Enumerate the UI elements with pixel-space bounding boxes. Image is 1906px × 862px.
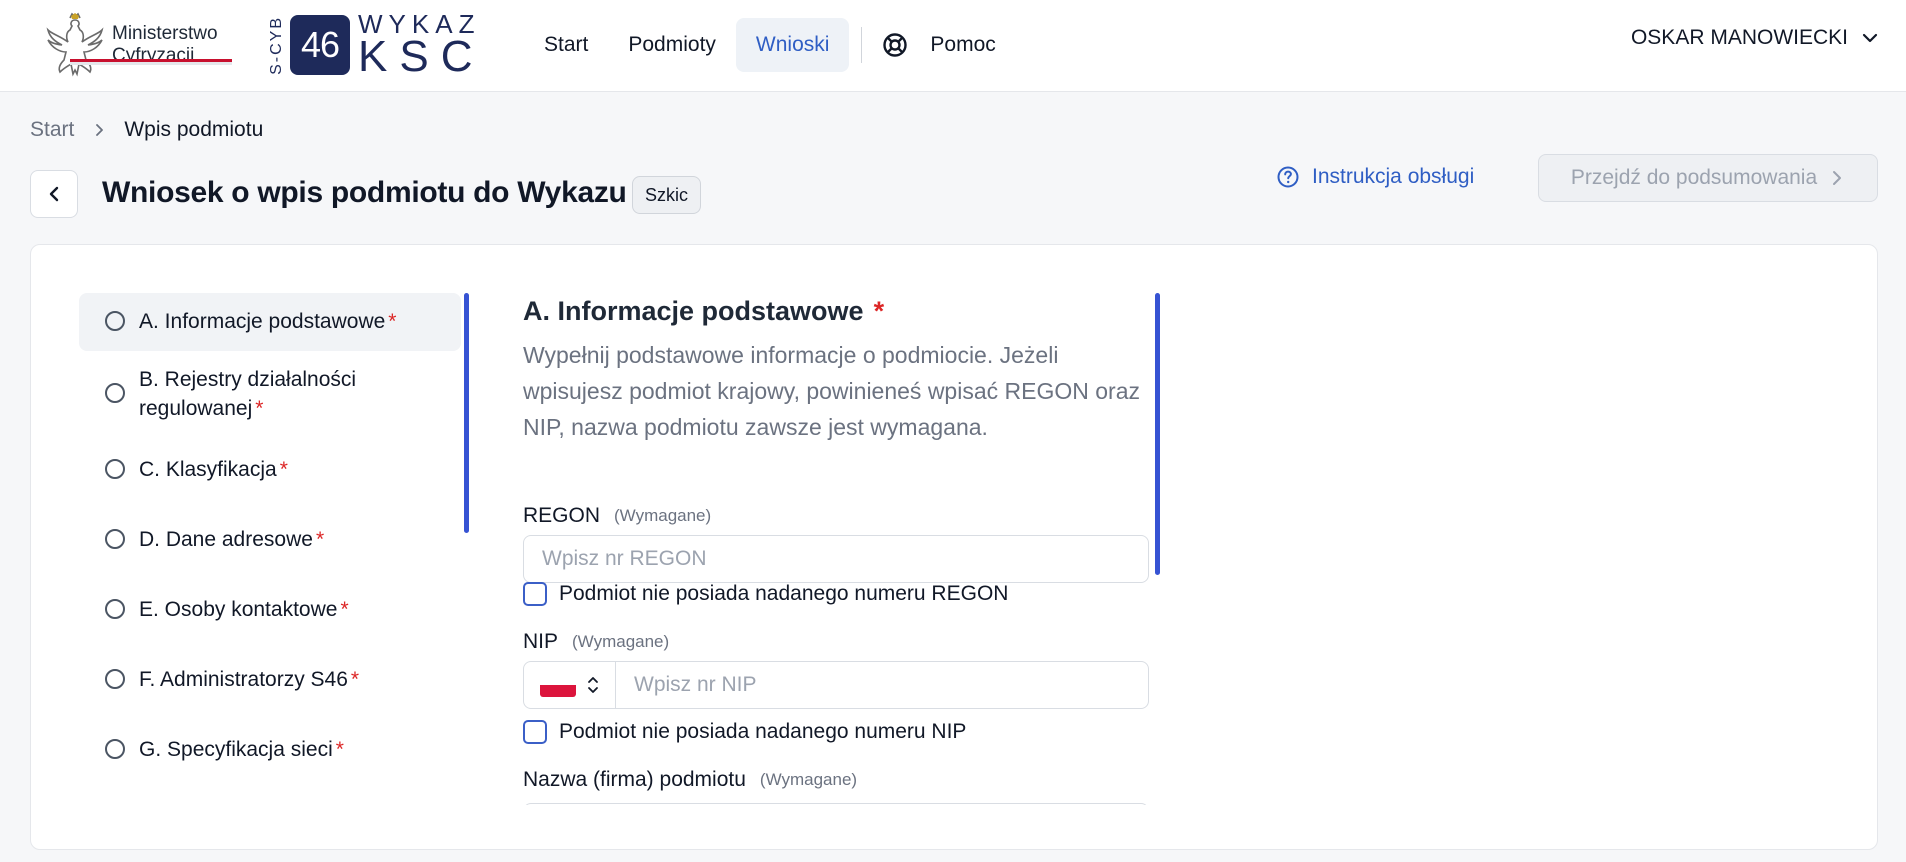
no-nip-label: Podmiot nie posiada nadanego numeru NIP — [559, 720, 967, 743]
ministry-logo-underline — [70, 59, 232, 65]
nip-field: NIP (Wymagane) Wpisz nr NIP — [523, 629, 1149, 709]
ministry-name-line1: Ministerstwo — [112, 23, 218, 44]
no-regon-checkbox[interactable]: Podmiot nie posiada nadanego numeru REGO… — [523, 579, 1008, 609]
section-header: A. Informacje podstawowe * Wypełnij pods… — [523, 293, 1149, 445]
step-status-circle — [105, 459, 125, 479]
regon-label-text: REGON — [523, 504, 601, 527]
step-d[interactable]: D. Dane adresowe * — [79, 505, 461, 575]
step-c[interactable]: C. Klasyfikacja * — [79, 435, 461, 505]
status-badge: Szkic — [632, 176, 702, 214]
step-a[interactable]: A. Informacje podstawowe * — [79, 293, 461, 351]
nav-divider — [861, 27, 863, 63]
step-f[interactable]: F. Administratorzy S46 * — [79, 645, 461, 715]
step-label: A. Informacje podstawowe — [139, 310, 386, 333]
step-label: F. Administratorzy S46 — [139, 668, 348, 691]
nav-pomoc[interactable]: Pomoc — [872, 18, 1005, 72]
checkbox-box[interactable] — [523, 720, 547, 744]
required-marker: * — [315, 528, 325, 551]
user-menu[interactable]: OSKAR MANOWIECKI — [1631, 26, 1880, 50]
chevron-down-icon — [1862, 33, 1878, 43]
form-scrollbar[interactable] — [1155, 293, 1160, 575]
top-navigation-bar: Ministerstwo Cyfryzacji S-CYB 46 WYKAZ K… — [0, 0, 1906, 92]
ksc-vertical-text: S-CYB — [268, 15, 285, 75]
required-marker: * — [255, 397, 264, 420]
chevron-right-icon — [96, 124, 104, 136]
step-status-circle — [105, 739, 125, 759]
required-marker: * — [873, 295, 885, 326]
lifebuoy-icon — [883, 33, 908, 57]
regon-required-hint: (Wymagane) — [614, 506, 712, 525]
nav-podmioty[interactable]: Podmioty — [608, 18, 736, 72]
nip-label: NIP (Wymagane) — [523, 629, 1149, 655]
poland-flag-icon — [539, 673, 576, 697]
user-name: OSKAR MANOWIECKI — [1630, 26, 1848, 49]
entity-name-required-hint: (Wymagane) — [759, 770, 858, 789]
required-marker: * — [340, 598, 349, 621]
nip-input-group: Wpisz nr NIP — [523, 661, 1149, 709]
page-title: Wniosek o wpis podmiotu do Wykazu — [102, 176, 627, 209]
nip-label-text: NIP — [523, 630, 559, 653]
section-title: A. Informacje podstawowe * — [523, 293, 1149, 329]
nav-wnioski[interactable]: Wnioski — [735, 18, 850, 72]
nip-input[interactable]: Wpisz nr NIP — [616, 662, 1148, 708]
instructions-link[interactable]: Instrukcja obsługi — [1276, 162, 1474, 192]
question-circle-icon — [1277, 166, 1299, 188]
step-label: G. Specyfikacja sieci — [139, 738, 333, 761]
step-g[interactable]: G. Specyfikacja sieci * — [79, 715, 461, 785]
form-card: A. Informacje podstawowe * B. Rejestry dz… — [30, 244, 1878, 850]
nip-required-hint: (Wymagane) — [572, 632, 670, 651]
wykaz-ksc-logo[interactable]: S-CYB 46 WYKAZ KSC — [268, 11, 484, 79]
step-e[interactable]: E. Osoby kontaktowe * — [79, 575, 461, 645]
eagle-emblem-icon — [46, 12, 104, 77]
step-status-circle — [105, 599, 125, 619]
nav-pomoc-label: Pomoc — [930, 33, 996, 56]
breadcrumb: Start Wpis podmiotu — [30, 118, 263, 142]
go-to-summary-button[interactable]: Przejdź do podsumowania — [1538, 154, 1878, 202]
entity-name-label-text: Nazwa (firma) podmiotu — [523, 768, 746, 791]
main-nav: Start Podmioty Wnioski Pomoc — [524, 18, 1006, 72]
chevron-left-icon — [49, 186, 59, 202]
back-button[interactable] — [30, 170, 78, 218]
s46-box: 46 — [290, 15, 350, 75]
ksc-line2: KSC — [358, 32, 485, 81]
step-status-circle — [105, 529, 125, 549]
breadcrumb-start[interactable]: Start — [30, 118, 74, 142]
step-label: E. Osoby kontaktowe — [139, 598, 338, 621]
entity-name-label: Nazwa (firma) podmiotu (Wymagane) — [523, 767, 1149, 793]
breadcrumb-current: Wpis podmiotu — [124, 118, 264, 141]
no-nip-checkbox[interactable]: Podmiot nie posiada nadanego numeru NIP — [523, 717, 966, 747]
regon-field: REGON (Wymagane) Wpisz nr REGON — [523, 503, 1149, 583]
regon-label: REGON (Wymagane) — [523, 503, 1149, 529]
steps-list: A. Informacje podstawowe * B. Rejestry dz… — [79, 293, 461, 785]
instructions-label: Instrukcja obsługi — [1312, 165, 1475, 188]
country-select[interactable] — [524, 662, 616, 708]
section-description: Wypełnij podstawowe informacje o podmioc… — [523, 342, 1140, 440]
step-label: D. Dane adresowe — [139, 528, 313, 551]
no-regon-label: Podmiot nie posiada nadanego numeru REGO… — [559, 582, 1009, 605]
required-marker: * — [388, 310, 397, 333]
scroll-clip — [523, 805, 1163, 849]
regon-input[interactable]: Wpisz nr REGON — [523, 535, 1149, 583]
required-marker: * — [335, 738, 344, 761]
nip-placeholder: Wpisz nr NIP — [634, 673, 757, 696]
chevron-right-icon — [1833, 171, 1842, 185]
checkbox-box[interactable] — [523, 582, 547, 606]
step-status-circle — [105, 311, 125, 331]
section-title-text: A. Informacje podstawowe — [523, 295, 864, 326]
step-label: B. Rejestry działalności regulowanej — [139, 368, 357, 420]
ministry-logo[interactable]: Ministerstwo Cyfryzacji — [44, 12, 218, 78]
go-to-summary-label: Przejdź do podsumowania — [1570, 166, 1818, 189]
regon-placeholder: Wpisz nr REGON — [542, 547, 707, 570]
ksc-text: WYKAZ KSC — [358, 11, 484, 79]
step-b[interactable]: B. Rejestry działalności regulowanej * — [79, 351, 461, 435]
step-status-circle — [105, 669, 125, 689]
chevron-up-down-icon — [587, 677, 598, 693]
step-status-circle — [105, 383, 125, 403]
required-marker: * — [279, 458, 288, 481]
step-label: C. Klasyfikacja — [139, 458, 277, 481]
nav-start[interactable]: Start — [524, 18, 608, 72]
steps-scrollbar[interactable] — [464, 293, 469, 533]
required-marker: * — [350, 668, 360, 691]
